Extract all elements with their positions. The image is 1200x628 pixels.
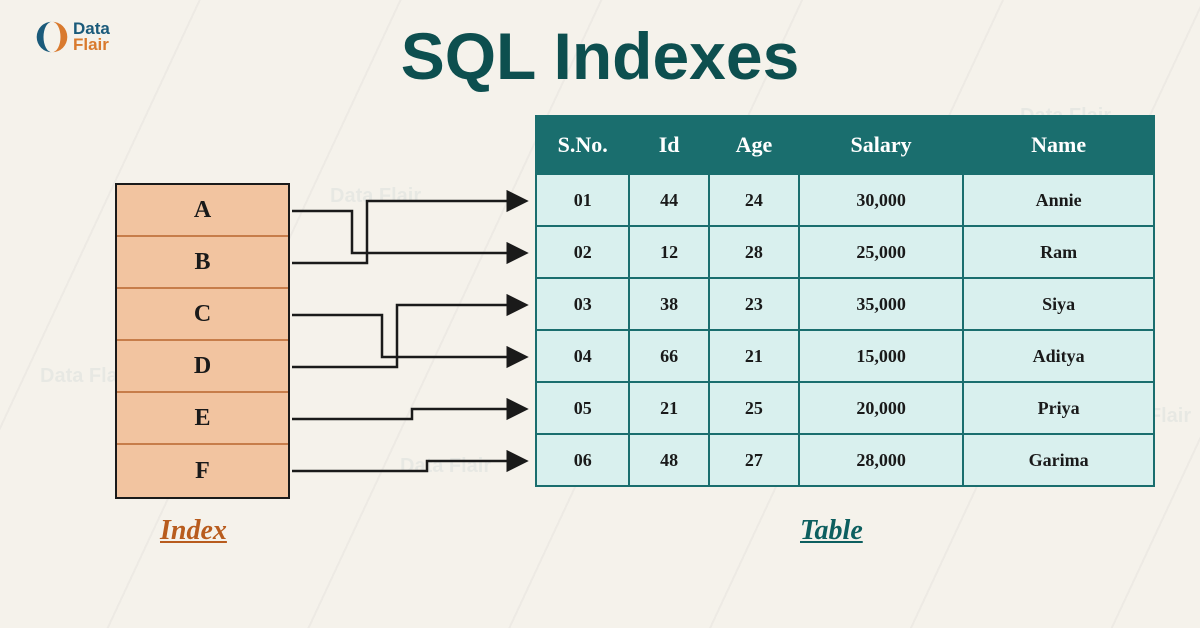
- cell-sno: 05: [536, 382, 629, 434]
- table-row: 04 66 21 15,000 Aditya: [536, 330, 1154, 382]
- index-item: E: [117, 393, 288, 445]
- cell-name: Siya: [963, 278, 1154, 330]
- mapping-arrow: [292, 315, 525, 357]
- table-row: 03 38 23 35,000 Siya: [536, 278, 1154, 330]
- table-row: 02 12 28 25,000 Ram: [536, 226, 1154, 278]
- index-item: B: [117, 237, 288, 289]
- cell-id: 44: [629, 174, 708, 226]
- caption-table: Table: [800, 515, 863, 547]
- cell-age: 28: [709, 226, 799, 278]
- cell-salary: 28,000: [799, 434, 963, 486]
- data-table: S.No. Id Age Salary Name 01 44 24 30,000…: [535, 115, 1155, 487]
- mapping-arrow: [292, 201, 525, 263]
- cell-id: 21: [629, 382, 708, 434]
- cell-age: 21: [709, 330, 799, 382]
- cell-age: 23: [709, 278, 799, 330]
- cell-age: 27: [709, 434, 799, 486]
- cell-id: 38: [629, 278, 708, 330]
- index-item: F: [117, 445, 288, 497]
- cell-name: Priya: [963, 382, 1154, 434]
- watermark: Data Flair: [400, 455, 491, 478]
- cell-id: 48: [629, 434, 708, 486]
- index-list: A B C D E F: [115, 183, 290, 499]
- table-body: 01 44 24 30,000 Annie 02 12 28 25,000 Ra…: [536, 174, 1154, 486]
- cell-sno: 01: [536, 174, 629, 226]
- cell-sno: 06: [536, 434, 629, 486]
- cell-name: Garima: [963, 434, 1154, 486]
- cell-name: Annie: [963, 174, 1154, 226]
- cell-salary: 35,000: [799, 278, 963, 330]
- page-title: SQL Indexes: [0, 18, 1200, 94]
- cell-sno: 04: [536, 330, 629, 382]
- cell-id: 66: [629, 330, 708, 382]
- mapping-arrow: [292, 211, 525, 253]
- col-header-age: Age: [709, 116, 799, 174]
- mapping-arrow: [292, 409, 525, 419]
- col-header-sno: S.No.: [536, 116, 629, 174]
- mapping-arrow: [292, 461, 525, 471]
- cell-salary: 15,000: [799, 330, 963, 382]
- table-row: 01 44 24 30,000 Annie: [536, 174, 1154, 226]
- index-item: A: [117, 185, 288, 237]
- index-item: D: [117, 341, 288, 393]
- cell-age: 25: [709, 382, 799, 434]
- table-header-row: S.No. Id Age Salary Name: [536, 116, 1154, 174]
- cell-salary: 30,000: [799, 174, 963, 226]
- cell-name: Aditya: [963, 330, 1154, 382]
- table-row: 06 48 27 28,000 Garima: [536, 434, 1154, 486]
- col-header-salary: Salary: [799, 116, 963, 174]
- index-item: C: [117, 289, 288, 341]
- cell-sno: 02: [536, 226, 629, 278]
- col-header-id: Id: [629, 116, 708, 174]
- cell-sno: 03: [536, 278, 629, 330]
- col-header-name: Name: [963, 116, 1154, 174]
- caption-index: Index: [160, 515, 227, 547]
- cell-id: 12: [629, 226, 708, 278]
- table-row: 05 21 25 20,000 Priya: [536, 382, 1154, 434]
- cell-salary: 25,000: [799, 226, 963, 278]
- cell-salary: 20,000: [799, 382, 963, 434]
- mapping-arrow: [292, 305, 525, 367]
- cell-age: 24: [709, 174, 799, 226]
- watermark: Data Flair: [330, 185, 421, 208]
- diagram-stage: Data Flair Data Flair Data Flair Data Fl…: [0, 115, 1200, 565]
- cell-name: Ram: [963, 226, 1154, 278]
